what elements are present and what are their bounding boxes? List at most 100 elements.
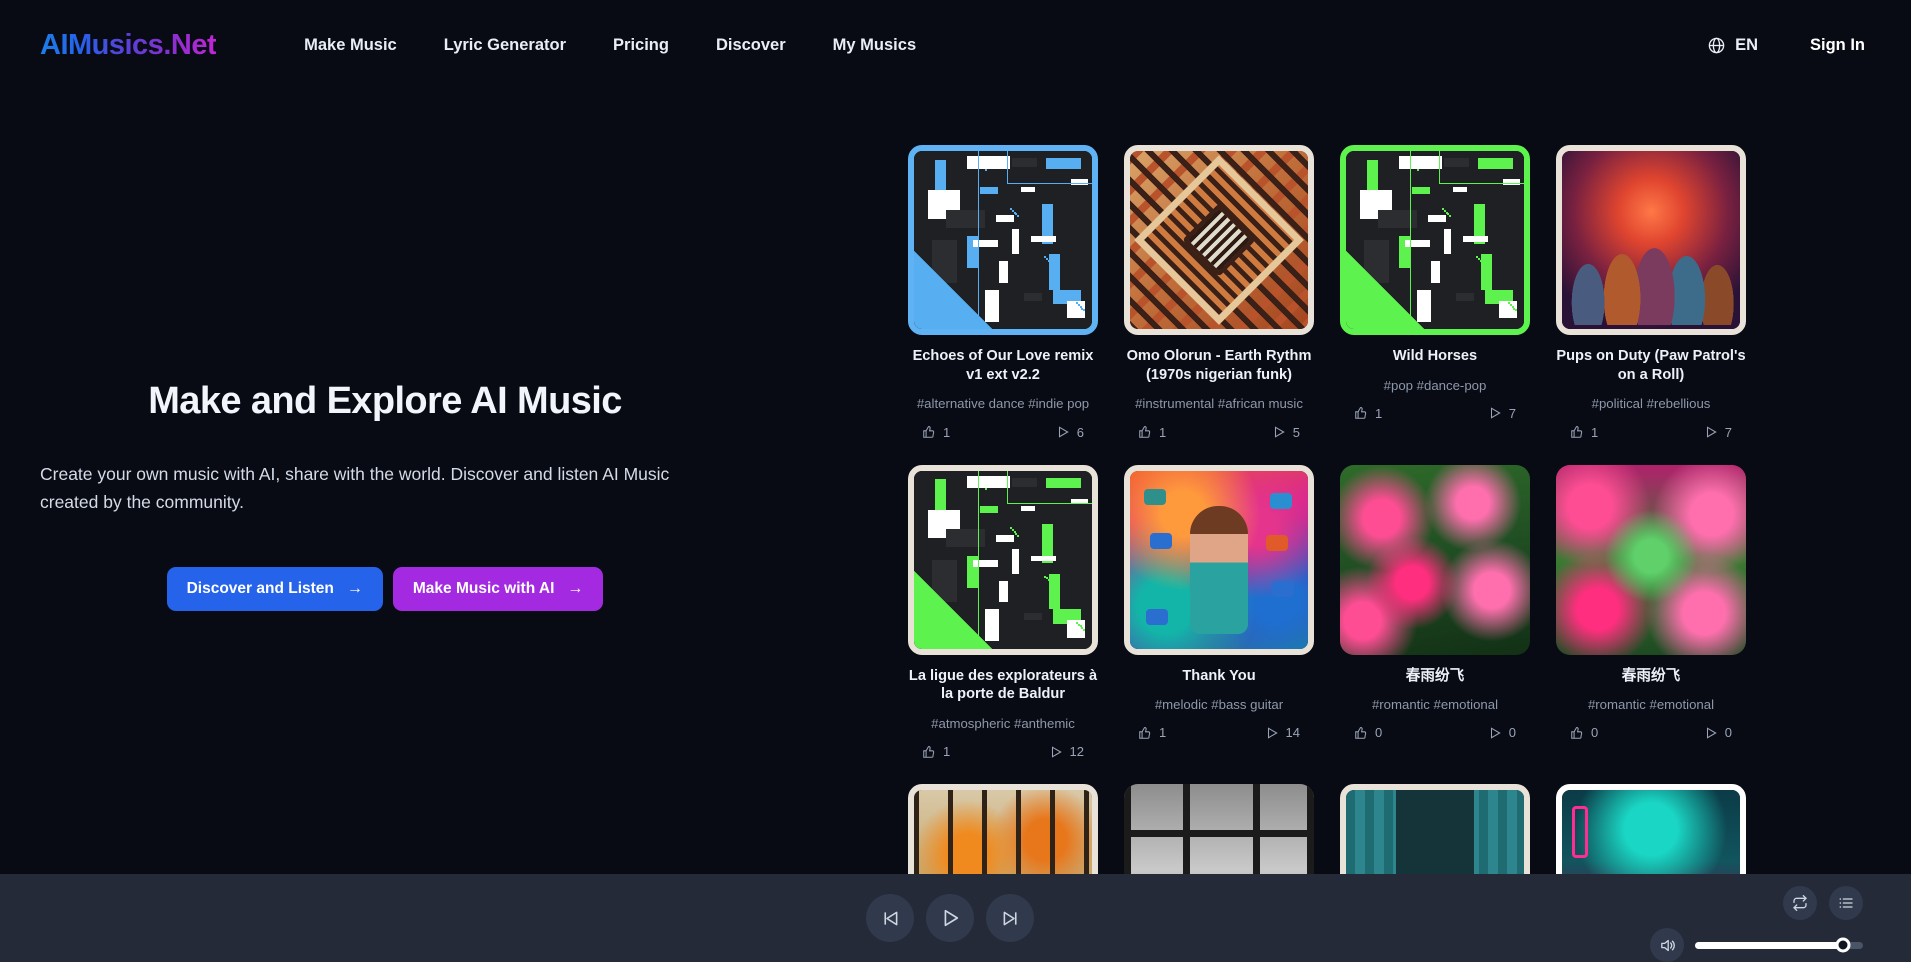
play-count: 5	[1292, 424, 1300, 440]
play-stat[interactable]: 6	[1056, 425, 1084, 440]
album-art-colorful-portrait	[1124, 464, 1314, 655]
play-stat[interactable]: 7	[1704, 425, 1732, 440]
play-stat[interactable]: 14	[1265, 725, 1300, 740]
thumbs-up-icon	[1138, 726, 1152, 740]
card-title: Wild Horses	[1392, 348, 1478, 364]
like-stat[interactable]: 0	[1570, 725, 1598, 740]
nav-item-discover[interactable]: Discover	[716, 36, 786, 55]
mode-buttons	[1783, 886, 1863, 920]
play-stat[interactable]: 7	[1488, 406, 1516, 421]
album-art-pink-flowers	[1340, 464, 1530, 655]
play-count: 0	[1508, 725, 1516, 741]
arrow-right-icon: →	[567, 579, 584, 597]
play-stat[interactable]: 0	[1704, 725, 1732, 740]
skip-back-icon	[880, 908, 901, 929]
like-count: 1	[943, 424, 951, 440]
volume-slider[interactable]	[1695, 937, 1863, 953]
like-stat[interactable]: 1	[1570, 425, 1598, 440]
like-stat[interactable]: 1	[1354, 406, 1382, 421]
card-tags: #atmospheric #anthemic	[931, 715, 1075, 731]
like-count: 1	[1591, 424, 1599, 440]
music-card[interactable]: 春雨纷飞 #romantic #emotional 0 0	[1556, 464, 1746, 760]
volume-button[interactable]	[1650, 928, 1684, 962]
play-count-icon	[1488, 406, 1502, 420]
window-frame	[1124, 829, 1314, 837]
music-card[interactable]: Thank You #melodic #bass guitar 1 14	[1124, 464, 1314, 760]
play-stat[interactable]: 12	[1049, 744, 1084, 759]
play-stat[interactable]: 5	[1272, 425, 1300, 440]
nav-item-pricing[interactable]: Pricing	[613, 36, 669, 55]
play-count: 0	[1724, 725, 1732, 741]
like-stat[interactable]: 1	[1138, 725, 1166, 740]
like-count: 0	[1591, 725, 1599, 741]
card-title: 春雨纷飞	[1405, 667, 1465, 684]
top-navbar: AIMusics.Net Make Music Lyric Generator …	[0, 0, 1911, 90]
neon-sign-icon	[1572, 806, 1588, 858]
card-tags: #romantic #emotional	[1587, 697, 1715, 713]
card-artwork-wrap	[1340, 145, 1530, 335]
player-right-controls	[1650, 886, 1863, 962]
music-card[interactable]: Echoes of Our Love remix v1 ext v2.2 #al…	[908, 145, 1098, 440]
card-tags: #romantic #emotional	[1371, 697, 1499, 713]
music-card[interactable]: Wild Horses #pop #dance-pop 1 7	[1340, 145, 1530, 440]
like-stat[interactable]: 1	[1138, 425, 1166, 440]
music-card[interactable]: Omo Olorun - Earth Rythm (1970s nigerian…	[1124, 145, 1314, 440]
like-stat[interactable]: 0	[1354, 725, 1382, 740]
card-stats: 1 5	[1124, 425, 1314, 440]
play-count-icon	[1704, 726, 1718, 740]
play-count-icon	[1056, 425, 1070, 439]
sign-in-button[interactable]: Sign In	[1810, 36, 1865, 55]
music-card[interactable]: 春雨纷飞 #romantic #emotional 0 0	[1340, 464, 1530, 760]
repeat-icon	[1792, 895, 1808, 911]
thumbs-up-icon	[1138, 425, 1152, 439]
make-music-with-ai-button[interactable]: Make Music with AI →	[392, 566, 604, 611]
nav-item-lyric-generator[interactable]: Lyric Generator	[444, 36, 566, 55]
card-artwork-wrap	[1556, 464, 1746, 655]
card-title: La ligue des explorateurs à la porte de …	[908, 667, 1098, 703]
social-chip-icon	[1146, 608, 1168, 625]
card-artwork-wrap	[1124, 145, 1314, 335]
hero-subtitle: Create your own music with AI, share wit…	[40, 464, 670, 513]
social-chip-icon	[1150, 532, 1172, 549]
like-count: 0	[1375, 725, 1383, 741]
nav-item-my-musics[interactable]: My Musics	[833, 36, 916, 55]
like-count: 1	[1375, 405, 1383, 421]
like-stat[interactable]: 1	[922, 744, 950, 759]
pups-characters	[1566, 223, 1736, 325]
play-stat[interactable]: 0	[1488, 725, 1516, 740]
queue-button[interactable]	[1829, 886, 1863, 920]
card-artwork-wrap	[1124, 464, 1314, 655]
play-count-icon	[1049, 745, 1063, 759]
playlist-icon	[1838, 895, 1854, 911]
card-title: Thank You	[1182, 667, 1256, 684]
play-count: 7	[1724, 424, 1732, 440]
music-card[interactable]: La ligue des explorateurs à la porte de …	[908, 464, 1098, 759]
play-count: 7	[1508, 405, 1516, 421]
card-tags: #political #rebellious	[1591, 396, 1711, 412]
card-tags: #instrumental #african music	[1135, 396, 1303, 412]
repeat-button[interactable]	[1783, 886, 1817, 920]
like-stat[interactable]: 1	[922, 425, 950, 440]
site-logo[interactable]: AIMusics.Net	[40, 29, 217, 62]
thumbs-up-icon	[1354, 726, 1368, 740]
music-card[interactable]: Pups on Duty (Paw Patrol's on a Roll) #p…	[1556, 145, 1746, 440]
card-title: Pups on Duty (Paw Patrol's on a Roll)	[1556, 348, 1746, 383]
thumbs-up-icon	[1570, 425, 1584, 439]
previous-track-button[interactable]	[866, 894, 914, 942]
card-stats: 0 0	[1340, 725, 1530, 740]
discover-and-listen-button[interactable]: Discover and Listen →	[166, 566, 383, 611]
volume-knob[interactable]	[1835, 937, 1851, 953]
play-button[interactable]	[926, 894, 974, 942]
hero-section: Make and Explore AI Music Create your ow…	[0, 380, 770, 611]
nav-item-make-music[interactable]: Make Music	[304, 36, 397, 55]
language-switcher[interactable]: EN	[1707, 36, 1758, 55]
card-stats: 1 7	[1340, 406, 1530, 421]
next-track-button[interactable]	[986, 894, 1034, 942]
card-title: 春雨纷飞	[1621, 667, 1681, 684]
album-art-circuit-blue	[908, 145, 1098, 335]
card-stats: 0 0	[1556, 725, 1746, 740]
album-art-flower-arch	[1556, 464, 1746, 655]
play-count: 14	[1285, 725, 1300, 741]
card-artwork-wrap	[908, 145, 1098, 335]
card-stats: 1 6	[908, 425, 1098, 440]
